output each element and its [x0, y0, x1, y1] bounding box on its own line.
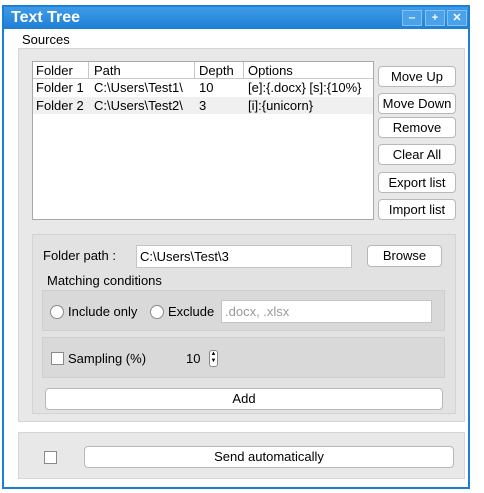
cell-folder: Folder 1 [36, 80, 84, 95]
move-up-button[interactable]: Move Up [378, 66, 456, 87]
minimize-icon: ‒ [408, 12, 416, 24]
column-header-folder[interactable]: Folder [36, 63, 73, 78]
maximize-button[interactable]: + [425, 10, 445, 26]
move-down-button[interactable]: Move Down [378, 93, 456, 114]
folder-path-label: Folder path : [43, 248, 116, 263]
clear-all-button[interactable]: Clear All [378, 144, 456, 165]
send-automatically-checkbox[interactable] [44, 451, 57, 464]
sampling-checkbox[interactable] [51, 352, 64, 365]
matching-conditions-panel: Include only Exclude .docx, .xlsx [42, 290, 445, 331]
cell-depth: 10 [199, 80, 214, 95]
column-header-depth[interactable]: Depth [199, 63, 234, 78]
cell-options: [e]:{.docx} [s]:{10%} [248, 80, 362, 95]
exclude-radio[interactable] [150, 305, 164, 319]
cell-options: [i]:{unicorn} [248, 98, 314, 113]
extensions-input[interactable]: .docx, .xlsx [221, 300, 432, 323]
column-divider[interactable] [243, 62, 244, 78]
add-button[interactable]: Add [45, 388, 443, 410]
column-divider[interactable] [88, 62, 89, 78]
cell-path: C:\Users\Test1\ [94, 80, 183, 95]
matching-conditions-label: Matching conditions [47, 273, 162, 288]
chevron-down-icon[interactable]: ▼ [210, 358, 217, 365]
menu-sources[interactable]: Sources [22, 32, 70, 47]
sampling-panel: Sampling (%) 10 ▲ ▼ [42, 337, 445, 378]
window-title: Text Tree [11, 9, 81, 26]
send-panel: Send automatically [18, 432, 465, 479]
folder-path-input[interactable]: C:\Users\Test\3 [136, 245, 352, 268]
table-row[interactable]: Folder 1 C:\Users\Test1\ 10 [e]:{.docx} … [33, 79, 373, 96]
table-header: Folder Path Depth Options [33, 62, 373, 79]
close-icon: ✕ [452, 12, 462, 24]
import-list-button[interactable]: Import list [378, 199, 456, 220]
close-button[interactable]: ✕ [447, 10, 467, 26]
cell-depth: 3 [199, 98, 207, 113]
column-header-options[interactable]: Options [248, 63, 293, 78]
chevron-up-icon[interactable]: ▲ [210, 351, 217, 358]
sampling-value[interactable]: 10 [186, 351, 200, 366]
include-only-label[interactable]: Include only [68, 304, 137, 319]
remove-button[interactable]: Remove [378, 117, 456, 138]
column-divider[interactable] [194, 62, 195, 78]
table-row[interactable]: Folder 2 C:\Users\Test2\ 3 [i]:{unicorn} [33, 97, 373, 114]
minimize-button[interactable]: ‒ [402, 10, 422, 26]
export-list-button[interactable]: Export list [378, 172, 456, 193]
cell-path: C:\Users\Test2\ [94, 98, 183, 113]
column-header-path[interactable]: Path [94, 63, 121, 78]
exclude-label[interactable]: Exclude [168, 304, 214, 319]
sources-table[interactable]: Folder Path Depth Options Folder 1 C:\Us… [32, 61, 374, 220]
sampling-stepper[interactable]: ▲ ▼ [209, 350, 218, 367]
title-bar[interactable]: Text Tree ‒ + ✕ [4, 7, 468, 29]
main-window: Text Tree ‒ + ✕ Sources Folder Path Dept… [2, 5, 470, 489]
sampling-label[interactable]: Sampling (%) [68, 351, 146, 366]
folder-panel: Folder path : C:\Users\Test\3 Browse Mat… [32, 234, 456, 414]
cell-folder: Folder 2 [36, 98, 84, 113]
send-automatically-button[interactable]: Send automatically [84, 446, 454, 468]
include-only-radio[interactable] [50, 305, 64, 319]
maximize-icon: + [431, 12, 439, 24]
sources-panel: Folder Path Depth Options Folder 1 C:\Us… [18, 48, 465, 422]
browse-button[interactable]: Browse [367, 245, 442, 267]
